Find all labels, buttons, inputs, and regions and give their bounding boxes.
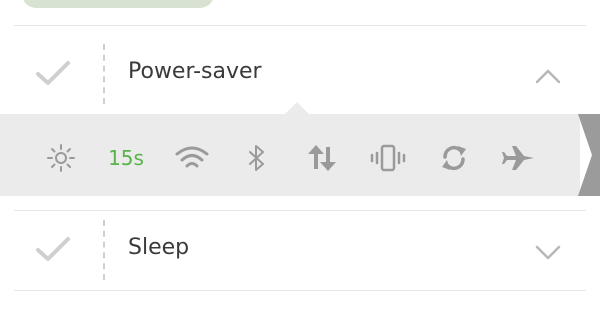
brightness-toggle[interactable] xyxy=(44,140,78,176)
sync-icon xyxy=(442,145,466,171)
timeout-value: 15s xyxy=(108,146,144,170)
top-partial-button[interactable] xyxy=(22,0,214,8)
airplane-icon xyxy=(502,146,534,170)
check-icon[interactable] xyxy=(34,58,72,88)
bluetooth-toggle[interactable] xyxy=(242,140,272,176)
wifi-icon xyxy=(175,146,209,168)
row-divider xyxy=(103,220,105,280)
bluetooth-icon xyxy=(249,145,264,171)
vibrate-toggle[interactable] xyxy=(368,140,408,176)
airplane-mode-toggle[interactable] xyxy=(498,140,538,176)
screen-timeout-toggle[interactable]: 15s xyxy=(104,140,148,176)
list-item-sleep[interactable]: Sleep xyxy=(0,210,600,290)
brightness-icon xyxy=(47,144,75,172)
item-label: Power-saver xyxy=(128,59,262,84)
check-icon[interactable] xyxy=(34,234,72,264)
mobile-data-toggle[interactable] xyxy=(302,140,342,176)
data-icon xyxy=(308,145,336,171)
quick-settings-drawer xyxy=(0,114,580,196)
chevron-down-icon[interactable] xyxy=(534,242,562,262)
sync-toggle[interactable] xyxy=(436,140,472,176)
item-label: Sleep xyxy=(128,235,190,260)
divider-top xyxy=(14,25,586,26)
row-divider xyxy=(103,44,105,104)
drawer-notch xyxy=(284,102,310,115)
drawer-edge-handle[interactable] xyxy=(564,114,600,196)
wifi-toggle[interactable] xyxy=(172,140,212,176)
vibrate-icon xyxy=(370,144,406,172)
divider-bottom xyxy=(14,290,586,291)
chevron-up-icon[interactable] xyxy=(534,66,562,86)
